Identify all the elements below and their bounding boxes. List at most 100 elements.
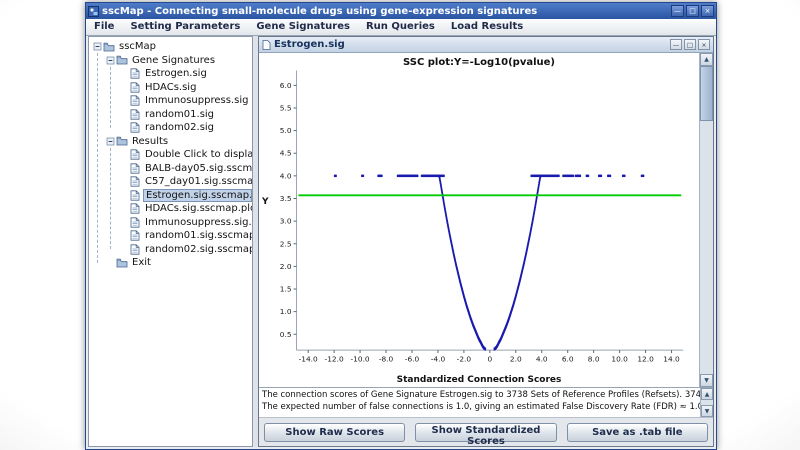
tree-item-label: C57_day01.sig.sscmap.plot [143,176,252,187]
tree: sscMap Gene Signatures Estrogen.sig HDACs.s… [88,36,253,447]
show-standardized-scores-button[interactable]: Show Standardized Scores [415,423,556,442]
maximize-button[interactable]: □ [684,39,696,50]
svg-text:4.0: 4.0 [280,171,292,180]
tree-item-balb-day05-sig-sscmap-plot[interactable]: BALB-day05.sig.sscmap.plot [89,162,252,176]
internal-frame: Estrogen.sig —□× -14.0-12.0-10.0-8.0-6.0… [258,36,714,447]
tree-item-immunosuppress-sig[interactable]: Immunosuppress.sig [89,94,252,108]
tree-item-estrogen-sig[interactable]: Estrogen.sig [89,67,252,81]
tree-item-label: random02.sig.sscmap.plot [143,244,252,255]
tree-item-c57-day01-sig-sscmap-plot[interactable]: C57_day01.sig.sscmap.plot [89,175,252,189]
file-icon [128,230,142,241]
x-axis-label: Standardized Connection Scores [259,375,699,385]
tree-item-label: sscMap [117,41,158,52]
tree-item-label: random01.sig [143,109,216,120]
scroll-down-icon[interactable]: ▼ [701,405,713,417]
file-icon [128,109,142,120]
show-raw-scores-button[interactable]: Show Raw Scores [264,423,405,442]
tree-item-random02-sig-sscmap-plot[interactable]: random02.sig.sscmap.plot [89,243,252,257]
file-icon [128,149,142,160]
svg-text:-14.0: -14.0 [299,355,318,364]
scroll-down-icon[interactable]: ▼ [700,374,713,387]
svg-text:-4.0: -4.0 [431,355,446,364]
tree-item-label: Estrogen.sig [143,68,209,79]
close-button[interactable]: × [698,39,710,50]
internal-frame-title-bar[interactable]: Estrogen.sig —□× [259,37,713,53]
maximize-button[interactable]: □ [686,5,699,17]
summary-line: The expected number of false connections… [262,401,699,413]
tree-item-label: random02.sig [143,122,216,133]
chart-scrollbar[interactable]: ▲ ▼ [699,53,713,387]
ssc-scatter-svg: -14.0-12.0-10.0-8.0-6.0-4.0-2.002.04.06.… [259,53,699,387]
menu-item-file[interactable]: File [86,19,122,35]
expand-handle-icon[interactable] [92,42,102,51]
window-controls: —□× [671,5,714,17]
tree-item-sscmap[interactable]: sscMap [89,40,252,54]
tree-item-hdacs-sig-sscmap-plot[interactable]: HDACs.sig.sscmap.plot [89,202,252,216]
tree-item-random02-sig[interactable]: random02.sig [89,121,252,135]
file-icon [128,203,142,214]
scroll-up-icon[interactable]: ▲ [700,53,713,66]
svg-text:10.0: 10.0 [611,355,628,364]
tree-item-label: random01.sig.sscmap.plot [143,230,252,241]
svg-text:8.0: 8.0 [588,355,600,364]
minimize-button[interactable]: — [671,5,684,17]
menu-item-setting-parameters[interactable]: Setting Parameters [122,19,248,35]
tree-item-estrogen-sig-sscmap-plot[interactable]: Estrogen.sig.sscmap.plot [89,189,252,203]
tree-item-hdacs-sig[interactable]: HDACs.sig [89,81,252,95]
svg-text:-8.0: -8.0 [379,355,394,364]
menu-item-run-queries[interactable]: Run Queries [358,19,443,35]
file-icon [128,68,142,79]
tree-item-random01-sig[interactable]: random01.sig [89,108,252,122]
svg-text:3.0: 3.0 [280,217,292,226]
save-as-tab-file-button[interactable]: Save as .tab file [567,423,708,442]
svg-text:-2.0: -2.0 [457,355,472,364]
tree-item-label: Gene Signatures [130,55,217,66]
menu-item-load-results[interactable]: Load Results [443,19,531,35]
file-icon [128,163,142,174]
file-icon [128,244,142,255]
svg-text:5.5: 5.5 [280,104,292,113]
scrollbar-track[interactable] [700,66,713,374]
chart-region: -14.0-12.0-10.0-8.0-6.0-4.0-2.002.04.06.… [259,53,713,387]
tree-item-label: HDACs.sig [143,82,198,93]
tree-item-label: Immunosuppress.sig [143,95,250,106]
expand-handle-icon[interactable] [105,56,115,65]
file-icon [128,190,142,201]
close-button[interactable]: × [701,5,714,17]
summary-line: The connection scores of Gene Signature … [262,389,699,401]
tree-item-gene-signatures[interactable]: Gene Signatures [89,54,252,68]
tree-item-label: BALB-day05.sig.sscmap.plot [143,163,252,174]
button-bar: Show Raw Scores Show Standardized Scores S… [259,417,713,446]
tree-item-immunosuppress-sig-sscmap-plot[interactable]: Immunosuppress.sig.sscmap.plot [89,216,252,230]
tree-item-exit[interactable]: Exit [89,256,252,270]
text-scrollbar[interactable]: ▲ ▼ [700,388,713,417]
tree-item-results[interactable]: Results [89,135,252,149]
svg-text:2.5: 2.5 [280,239,292,248]
summary-text-area[interactable]: The connection scores of Gene Signature … [259,387,713,417]
folder-icon [115,258,129,268]
tree-item-label: Exit [130,257,153,268]
file-icon [128,95,142,106]
tree-item-label: Results [130,136,170,147]
svg-text:4.5: 4.5 [280,149,292,158]
svg-text:5.0: 5.0 [280,126,292,135]
tree-item-random01-sig-sscmap-plot[interactable]: random01.sig.sscmap.plot [89,229,252,243]
scroll-up-icon[interactable]: ▲ [701,388,713,400]
minimize-button[interactable]: — [670,39,682,50]
tree-item-double-click-to-display[interactable]: Double Click to display [89,148,252,162]
document-icon [262,40,271,50]
app-window: sscMap - Connecting small-molecule drugs… [85,2,717,450]
svg-text:3.5: 3.5 [280,194,292,203]
app-icon [88,6,99,17]
menu-item-gene-signatures[interactable]: Gene Signatures [248,19,358,35]
svg-text:0: 0 [487,355,492,364]
internal-frame-title: Estrogen.sig [274,39,667,50]
folder-icon [115,136,129,146]
menu-bar: FileSetting ParametersGene SignaturesRun… [86,19,716,36]
scrollbar-thumb[interactable] [700,66,713,121]
svg-text:2.0: 2.0 [510,355,522,364]
window-title: sscMap - Connecting small-molecule drugs… [102,6,668,17]
folder-icon [115,55,129,65]
expand-handle-icon[interactable] [105,137,115,146]
window-title-bar[interactable]: sscMap - Connecting small-molecule drugs… [86,3,716,19]
